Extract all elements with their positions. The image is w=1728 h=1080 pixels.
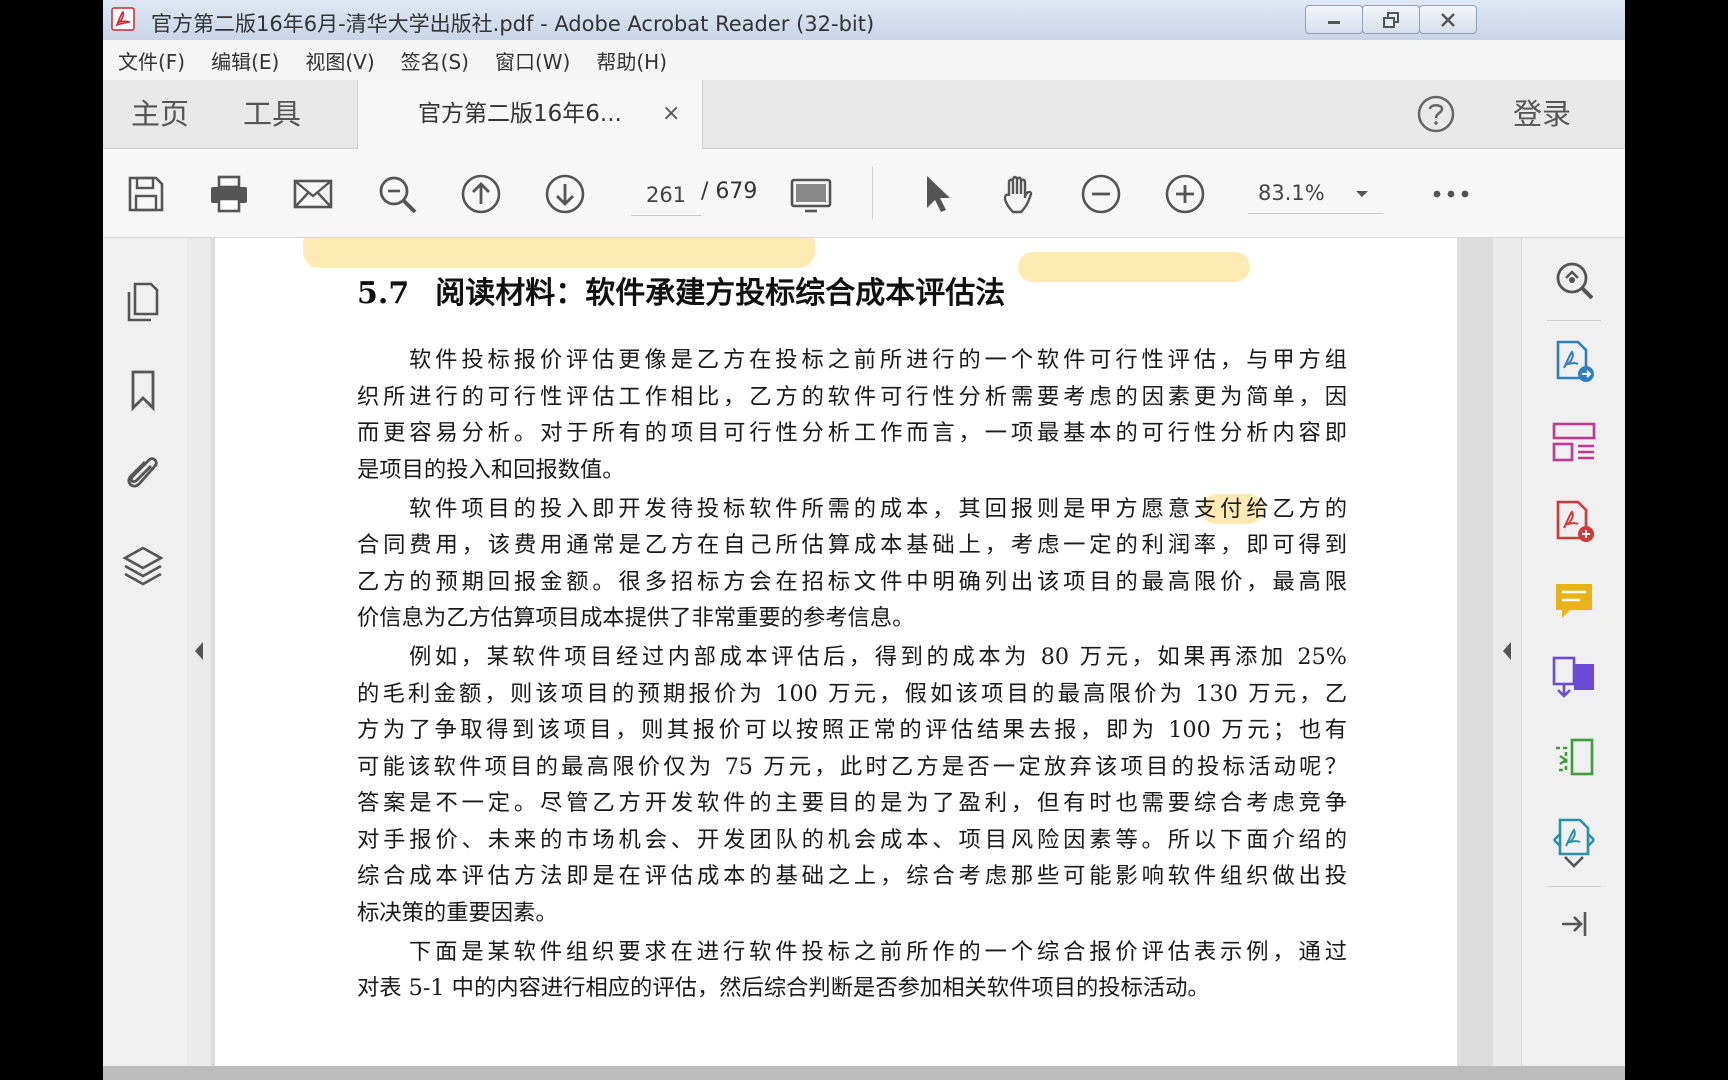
previous-page-icon[interactable] — [459, 172, 503, 216]
chevron-left-icon — [195, 642, 203, 660]
acrobat-window: 官方第二版16年6月-清华大学出版社.pdf - Adobe Acrobat R… — [103, 0, 1625, 1080]
tab-bar: 主页 工具 官方第二版16年6... × 登录 — [103, 80, 1625, 149]
title-bar: 官方第二版16年6月-清华大学出版社.pdf - Adobe Acrobat R… — [103, 0, 1625, 41]
section-heading: 5.7 阅读材料：软件承建方投标综合成本评估法 — [357, 268, 1005, 312]
attachments-icon[interactable] — [121, 450, 165, 498]
menu-sign[interactable]: 签名(S) — [390, 46, 480, 75]
menu-view[interactable]: 视图(V) — [294, 46, 385, 75]
tools-separator — [1547, 886, 1601, 887]
bookmarks-icon[interactable] — [121, 366, 165, 414]
tools-separator — [1547, 320, 1601, 321]
expand-pane-icon[interactable] — [1558, 906, 1590, 942]
text-line: 乙方的预期回报金额。很多招标方会在招标文件中明确列出该项目的最高限价，最高限 — [357, 568, 1347, 595]
text-line: 软件项目的投入即开发待投标软件所需的成本，其回报则是甲方愿意支付给乙方的 — [409, 495, 1347, 522]
text-line: 软件投标报价评估更像是乙方在投标之前所进行的一个软件可行性评估，与甲方组 — [409, 347, 1347, 373]
document-body: 软件投标报价评估更像是乙方在投标之前所进行的一个软件可行性评估，与甲方组 织所进… — [357, 342, 1347, 1007]
print-icon[interactable] — [207, 172, 251, 216]
help-icon[interactable] — [1416, 94, 1456, 134]
organize-pages-icon[interactable] — [1550, 418, 1598, 466]
zoom-value: 83.1% — [1258, 181, 1325, 205]
chevron-left-icon — [1503, 642, 1511, 660]
chevron-down-icon[interactable] — [1562, 852, 1586, 872]
caret-down-icon — [1356, 191, 1368, 197]
close-tab-button[interactable]: × — [662, 80, 680, 148]
text-line: 综合成本评估方法即是在评估成本的基础之上，综合考虑那些可能影响软件组织做出投 — [357, 863, 1347, 889]
close-window-button[interactable] — [1419, 5, 1477, 34]
compress-pdf-icon[interactable] — [1550, 734, 1598, 782]
pdf-page: 5.7 阅读材料：软件承建方投标综合成本评估法 软件投标报价评估更像是乙方在投标之… — [215, 238, 1457, 1066]
menu-edit[interactable]: 编辑(E) — [200, 46, 290, 75]
minimize-icon — [1328, 20, 1340, 24]
document-view[interactable]: 5.7 阅读材料：软件承建方投标综合成本评估法 软件投标报价评估更像是乙方在投标之… — [211, 238, 1597, 1066]
email-icon[interactable] — [291, 172, 335, 216]
bottom-edge — [103, 1066, 1625, 1080]
zoom-dropdown[interactable]: 83.1% — [1248, 175, 1383, 214]
close-icon — [1441, 12, 1455, 27]
section-number: 5.7 — [357, 276, 410, 311]
text-line: 对手报价、未来的市场机会、开发团队的机会成本、项目风险因素等。所以下面介绍的 — [357, 826, 1347, 853]
text-line: 答案是不一定。尽管乙方开发软件的主要目的是为了盈利，但有时也需要综合考虑竞争 — [357, 790, 1347, 816]
tab-document[interactable]: 官方第二版16年6... × — [357, 80, 703, 149]
restore-button[interactable] — [1362, 5, 1420, 34]
zoom-out-icon[interactable] — [1079, 172, 1123, 216]
tab-home[interactable]: 主页 — [131, 80, 189, 148]
text-line: 对表 5-1 中的内容进行相应的评估，然后综合判断是否参加相关软件项目的投标活动… — [357, 975, 1210, 1001]
login-button[interactable]: 登录 — [1513, 80, 1571, 148]
restore-icon — [1383, 11, 1399, 28]
minimize-button[interactable] — [1305, 5, 1363, 34]
page-number-input[interactable] — [631, 175, 701, 216]
menu-bar: 文件(F) 编辑(E) 视图(V) 签名(S) 窗口(W) 帮助(H) — [103, 40, 1625, 80]
text-line: 标决策的重要因素。 — [357, 899, 558, 926]
text-line: 是项目的投入和回报数值。 — [357, 456, 625, 483]
select-cursor-icon[interactable] — [915, 172, 959, 216]
hand-tool-icon[interactable] — [997, 172, 1041, 216]
save-icon[interactable] — [124, 172, 168, 216]
window-title: 官方第二版16年6月-清华大学出版社.pdf - Adobe Acrobat R… — [151, 12, 875, 36]
text-line: 的毛利金额，则该项目的预期报价为 100 万元，假如该项目的最高限价为 130 … — [357, 680, 1347, 707]
text-line: 下面是某软件组织要求在进行软件投标之前所作的一个综合报价评估表示例，通过 — [409, 938, 1347, 965]
export-pdf-icon[interactable] — [1550, 498, 1598, 546]
more-options-icon[interactable] — [1429, 172, 1473, 216]
left-navigation-pane — [103, 238, 187, 1066]
text-line: 例如，某软件项目经过内部成本评估后，得到的成本为 80 万元，如果再添加 25% — [409, 644, 1347, 670]
create-pdf-icon[interactable] — [1550, 338, 1598, 386]
right-tools-pane — [1521, 238, 1625, 1066]
page-thumbnails-icon[interactable] — [121, 278, 165, 326]
menu-window[interactable]: 窗口(W) — [484, 46, 581, 75]
text-line: 可能该软件项目的最高限价仅为 75 万元，此时乙方是否一定放弃该项目的投标活动呢… — [357, 753, 1347, 780]
next-page-icon[interactable] — [543, 172, 587, 216]
menu-file[interactable]: 文件(F) — [107, 46, 196, 75]
right-pane-collapse[interactable] — [1493, 238, 1521, 1066]
highlight-mark — [303, 238, 815, 268]
menu-help[interactable]: 帮助(H) — [585, 46, 678, 75]
text-line: 合同费用，该费用通常是乙方在自己所估算成本基础上，考虑一定的利润率，即可得到 — [357, 532, 1347, 558]
page-total: / 679 — [701, 179, 758, 204]
comment-icon[interactable] — [1550, 578, 1598, 626]
zoom-search-icon[interactable] — [375, 172, 419, 216]
layers-icon[interactable] — [121, 542, 165, 590]
text-line: 方为了争取得到该项目，则其报价可以按照正常的评估结果去报，即为 100 万元；也… — [357, 717, 1347, 743]
left-pane-collapse[interactable] — [187, 238, 212, 1066]
highlight-mark — [1018, 252, 1250, 282]
text-line: 织所进行的可行性评估工作相比，乙方的软件可行性分析需要考虑的因素更为简单，因 — [357, 383, 1347, 410]
document-tab-label: 官方第二版16年6... — [418, 101, 622, 127]
toolbar: / 679 83.1% — [103, 149, 1625, 238]
toolbar-separator — [872, 167, 873, 219]
zoom-search-icon[interactable] — [1550, 258, 1598, 306]
section-title: 阅读材料：软件承建方投标综合成本评估法 — [435, 276, 1006, 311]
combine-files-icon[interactable] — [1550, 654, 1598, 702]
read-mode-icon[interactable] — [789, 172, 833, 216]
acrobat-logo-icon — [111, 7, 135, 31]
zoom-in-icon[interactable] — [1163, 172, 1207, 216]
text-line: 价信息为乙方估算项目成本提供了非常重要的参考信息。 — [357, 605, 915, 631]
text-line: 而更容易分析。对于所有的项目可行性分析工作而言，一项最基本的可行性分析内容即 — [357, 420, 1347, 446]
tab-tools[interactable]: 工具 — [243, 80, 301, 148]
